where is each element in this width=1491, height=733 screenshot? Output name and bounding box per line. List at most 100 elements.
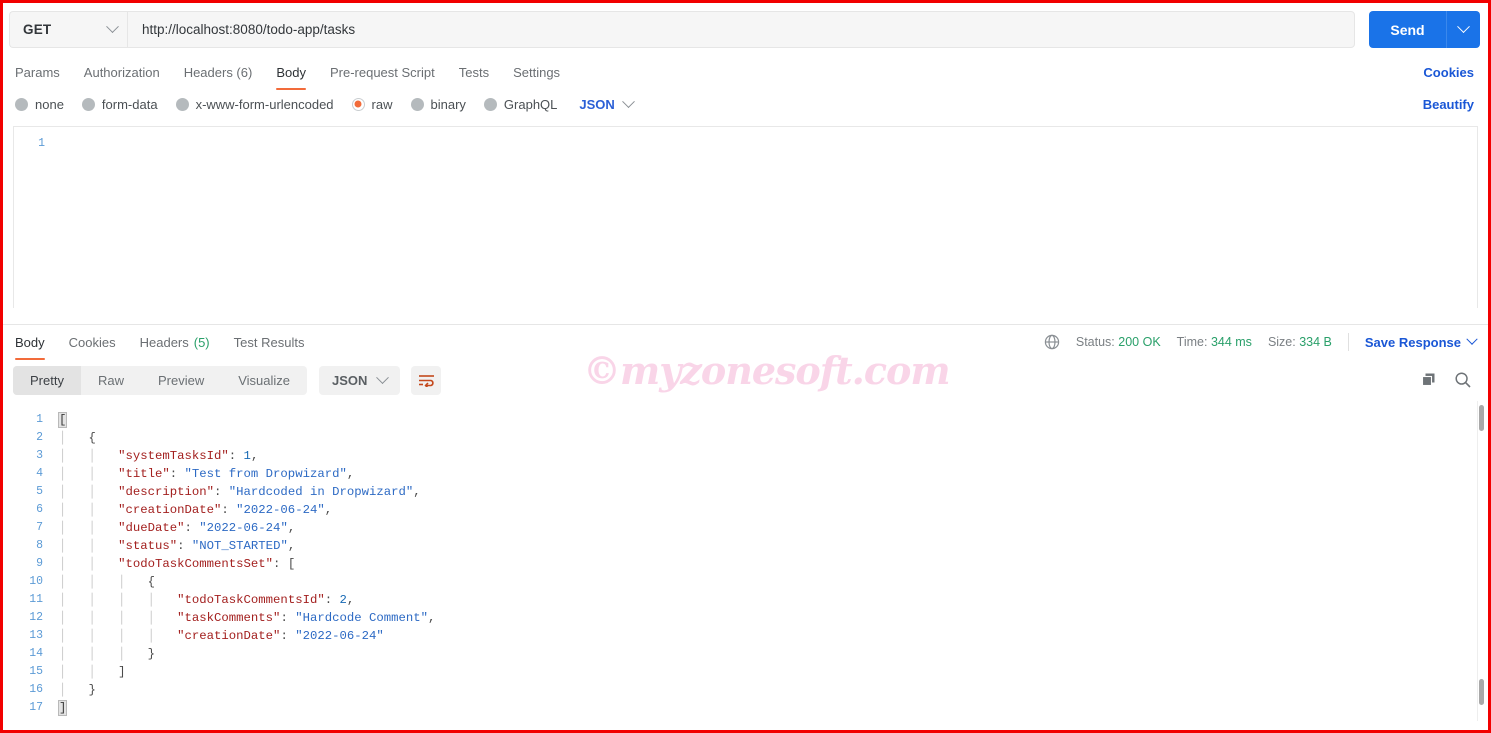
response-tool-actions [1421,371,1478,389]
line-number: 17 [29,701,43,714]
response-gutter: 1 2 3 4 5 6 7 8 9 10 11 12 13 14 15 16 1… [3,401,51,721]
radio-icon [483,97,497,111]
response-tab-headers[interactable]: Headers (5) [128,326,222,358]
body-type-label: x-www-form-urlencoded [195,96,334,112]
line-number: 8 [36,539,43,552]
body-type-x-www-form-urlencoded[interactable]: x-www-form-urlencoded [175,96,334,112]
time-label: Time: [1176,335,1208,349]
chevron-down-icon [621,94,635,108]
chevron-down-icon [106,20,119,34]
copy-icon[interactable] [1421,372,1438,389]
tab-body[interactable]: Body [264,56,318,90]
postman-window: GET http://localhost:8080/todo-app/tasks… [0,0,1491,733]
beautify-link[interactable]: Beautify [1423,97,1480,112]
http-method-label: GET [23,22,52,37]
send-button[interactable]: Send [1369,11,1446,48]
line-number: 1 [36,413,43,426]
response-tab-test-results[interactable]: Test Results [222,326,317,358]
body-type-graphql[interactable]: GraphQL [483,96,558,112]
body-type-none[interactable]: none [15,97,64,112]
tab-params[interactable]: Params [13,56,72,88]
line-number: 14 [29,647,43,660]
line-number: 12 [29,611,43,624]
response-json-content[interactable]: [ │ { │ │ "systemTasksId": 1, │ │ "title… [51,401,1488,721]
chevron-down-icon [376,370,390,384]
search-icon[interactable] [1454,371,1472,389]
scrollbar-thumb[interactable] [1479,405,1484,431]
line-number: 6 [36,503,43,516]
status-label: Status: [1075,335,1115,349]
time-value: 344 ms [1210,335,1252,349]
response-tab-bar: Body Cookies Headers (5) Test Results St… [3,325,1488,360]
size-value: 334 B [1299,335,1332,349]
line-number: 16 [29,683,43,696]
body-type-label: raw [371,96,393,112]
line-number: 4 [36,467,43,480]
wrap-text-icon [418,375,434,387]
radio-icon [175,97,189,111]
cookies-link[interactable]: Cookies [1423,65,1480,80]
request-url-input[interactable]: http://localhost:8080/todo-app/tasks [127,11,1355,48]
line-number: 1 [38,137,45,150]
view-mode-visualize[interactable]: Visualize [221,366,307,395]
tab-tests[interactable]: Tests [447,56,501,88]
response-toolbar: Pretty Raw Preview Visualize JSON [3,359,1488,401]
save-response-label: Save Response [1364,334,1461,350]
request-body-editor[interactable]: 1 [13,126,1478,308]
response-format-label: JSON [332,372,368,388]
globe-icon [1044,334,1060,350]
body-type-raw[interactable]: raw [351,96,393,112]
body-type-row: none form-data x-www-form-urlencoded raw… [3,88,1488,120]
save-response-button[interactable]: Save Response [1364,333,1478,350]
body-type-label: GraphQL [503,96,558,112]
request-tab-bar: Params Authorization Headers (6) Body Pr… [3,56,1488,90]
send-options-button[interactable] [1446,11,1480,48]
response-format-select[interactable]: JSON [319,365,401,395]
body-type-form-data[interactable]: form-data [81,96,158,112]
response-tab-cookies[interactable]: Cookies [57,326,128,358]
response-headers-count: (5) [193,334,210,350]
tab-authorization[interactable]: Authorization [72,56,172,88]
wrap-lines-button[interactable] [411,365,442,395]
radio-icon [81,97,95,111]
tab-pre-request-script[interactable]: Pre-request Script [318,56,447,88]
line-number: 5 [36,485,43,498]
response-view-mode-group: Pretty Raw Preview Visualize [13,365,308,395]
line-number: 7 [36,521,43,534]
response-scrollbar[interactable] [1477,401,1485,721]
radio-icon [15,97,28,111]
line-number: 2 [36,431,43,444]
line-number: 13 [29,629,43,642]
send-button-group: Send [1369,11,1480,48]
time-text: Time: 344 ms [1177,335,1252,349]
view-mode-raw[interactable]: Raw [81,366,141,395]
radio-selected-icon [351,97,365,111]
response-tab-body[interactable]: Body [13,326,57,360]
body-format-select[interactable]: JSON [579,94,635,112]
body-type-label: form-data [101,96,158,112]
status-value: 200 OK [1118,335,1161,349]
http-method-select[interactable]: GET [9,11,127,48]
size-label: Size: [1267,335,1296,349]
status-text: Status: 200 OK [1076,335,1161,349]
line-number: 11 [29,593,43,606]
view-mode-preview[interactable]: Preview [141,366,221,395]
response-body-viewer[interactable]: 1 2 3 4 5 6 7 8 9 10 11 12 13 14 15 16 1… [3,401,1488,721]
request-editor-gutter: 1 [14,127,54,308]
chevron-down-icon [1457,20,1470,34]
response-meta: Status: 200 OK Time: 344 ms Size: 334 B … [1044,333,1480,351]
body-type-label: none [35,96,64,112]
radio-icon [410,97,424,111]
tab-settings[interactable]: Settings [501,56,572,88]
body-type-binary[interactable]: binary [410,96,466,112]
chevron-down-icon [1466,333,1478,345]
body-format-label: JSON [579,96,615,112]
request-editor-content[interactable] [54,127,1477,308]
body-type-label: binary [430,96,466,112]
line-number: 3 [36,449,43,462]
scrollbar-thumb-bottom[interactable] [1479,679,1484,705]
view-mode-pretty[interactable]: Pretty [13,365,81,395]
request-url-bar: GET http://localhost:8080/todo-app/tasks… [3,3,1488,56]
tab-headers[interactable]: Headers (6) [172,56,265,88]
line-number: 10 [29,575,43,588]
